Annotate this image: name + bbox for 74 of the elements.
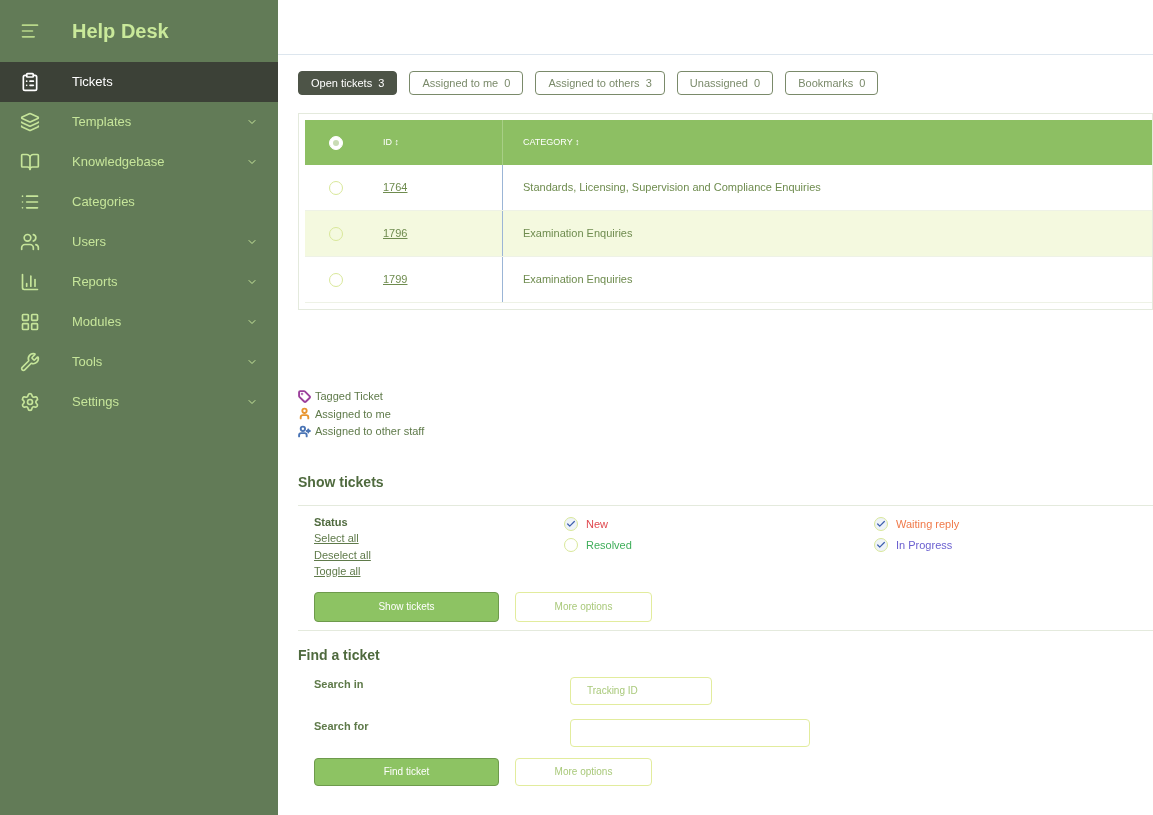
search-field[interactable] [570,718,810,747]
show-tickets-button[interactable]: Show tickets [314,591,499,622]
table-cell-text: Examination Enquiries [522,226,633,242]
sidebar-label: Reports [72,273,118,292]
more-options-button[interactable]: More options [515,757,652,786]
filter-tab[interactable]: Assigned to others 3 [535,71,665,95]
sidebar-label: Categories [72,193,135,212]
filter-tab[interactable]: Assigned to me 0 [409,71,524,95]
select-link[interactable]: Select all [314,530,359,547]
table-cell-text: Standards, Licensing, Supervision and Compliance Enquiries [522,180,821,196]
app-title: Help Desk [72,19,169,44]
status-option: Waiting reply [896,515,960,532]
legend-label: Tagged Ticket [315,389,383,404]
sidebar-label: Modules [72,313,122,332]
legend-label: Assigned to other staff [315,424,425,439]
table-row[interactable]: 1799 Examination Enquiries [305,257,1152,303]
table-row[interactable]: 1764 Standards, Licensing, Supervision and Compliance Enquiries [305,165,1152,211]
layers-icon [20,112,40,132]
filter-tab[interactable]: Unassigned 0 [676,71,774,95]
wrench-icon [20,352,40,372]
sidebar-label: Tools [72,353,103,372]
status-option: Resolved [586,537,632,554]
menu-icon[interactable] [20,21,40,41]
filter-tab[interactable]: Bookmarks 0 [785,71,879,95]
check-icon [566,518,576,529]
status-checkbox[interactable] [874,516,888,531]
status-checkbox[interactable] [564,516,578,531]
sidebar-label: Settings [72,393,119,412]
sidebar-item[interactable]: Categories [0,182,278,222]
sidebar-item[interactable]: Reports [0,262,278,302]
ticket-id-link[interactable]: 1764 [383,179,408,196]
sidebar-label: Users [72,233,106,252]
status-checkbox[interactable] [874,538,888,553]
sidebar-label: Templates [72,113,132,132]
sidebar-item[interactable]: Templates [0,102,278,142]
status-checkbox[interactable] [564,538,578,553]
more-options-button[interactable]: More options [515,591,652,622]
chart-icon [20,272,40,292]
users-icon [20,232,40,252]
ticket-id-link[interactable]: 1796 [383,225,408,242]
search-in-select[interactable]: Tracking ID [570,676,712,705]
select-link[interactable]: Toggle all [314,563,361,580]
sidebar-item[interactable]: Modules [0,302,278,342]
sidebar-item[interactable]: Tools [0,342,278,382]
check-icon [876,518,886,529]
sidebar-item[interactable]: Knowledgebase [0,142,278,182]
sidebar-item[interactable]: Tickets [0,62,278,102]
checked-radio[interactable] [329,135,343,150]
column-header[interactable]: ID ↕ [383,135,399,150]
field-label: Search for [314,718,370,734]
section-title: Find a ticket [298,645,381,665]
ticket-id-link[interactable]: 1799 [383,271,408,288]
settings-icon [20,392,40,412]
find-ticket-button[interactable]: Find ticket [314,757,499,786]
filter-tab[interactable]: Open tickets 3 [298,71,398,95]
book-icon [20,152,40,172]
list-icon [20,192,40,212]
table-cell-text: Examination Enquiries [522,272,633,288]
sidebar-label: Knowledgebase [72,153,165,172]
table-row[interactable]: 1796 Examination Enquiries [305,211,1152,257]
sidebar-item[interactable]: Users [0,222,278,262]
select-link[interactable]: Deselect all [314,546,371,563]
legend-label: Assigned to me [315,406,391,422]
sidebar-item[interactable]: Settings [0,382,278,422]
column-header[interactable]: CATEGORY ↕ [523,136,580,147]
clipboard-icon [20,72,40,92]
status-label: Status [314,514,349,530]
sidebar-label: Tickets [72,73,113,92]
field-label: Search in [314,676,365,692]
grid-icon [20,312,40,332]
check-icon [876,540,886,551]
status-option: In Progress [896,537,953,554]
status-option: New [586,515,608,532]
section-title: Show tickets [298,472,385,492]
